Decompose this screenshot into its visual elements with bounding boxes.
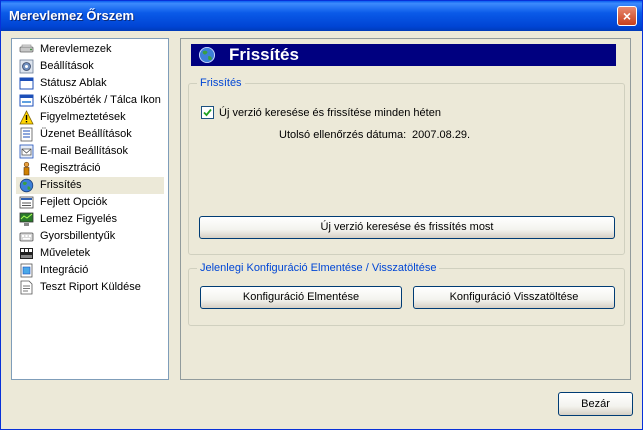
tree-item-label: Üzenet Beállítások [40, 128, 132, 140]
update-settings-panel: Frissítés Frissítés Új verzió keresése é… [180, 38, 631, 380]
tree-item-label: Fejlett Opciók [40, 196, 108, 208]
check-update-now-button[interactable]: Új verzió keresése és frissítés most [199, 216, 615, 239]
tree-item-label: Küszöbérték / Tálca Ikon [40, 94, 161, 106]
tree-item-merevlemezek[interactable]: Merevlemezek [16, 41, 164, 58]
tree-item-label: E-mail Beállítások [40, 145, 129, 157]
config-group-legend: Jelenlegi Konfiguráció Elmentése / Vissz… [197, 262, 440, 274]
tree-item-figyelmeztetesek[interactable]: Figyelmeztetések [16, 109, 164, 126]
globe-icon [19, 178, 34, 193]
tree-item-label: Frissítés [40, 179, 82, 191]
tree-item-label: Beállítások [40, 60, 94, 72]
email-icon [19, 144, 34, 159]
weekly-update-checkbox[interactable] [201, 106, 214, 119]
tree-item-beallitasok[interactable]: Beállítások [16, 58, 164, 75]
last-check-label: Utolsó ellenőrzés dátuma: [279, 129, 407, 141]
tree-item-label: Műveletek [40, 247, 91, 259]
checkmark-icon [203, 108, 212, 117]
threshold-icon [19, 94, 34, 107]
update-group-legend: Frissítés [197, 77, 245, 89]
tree-item-gyorsbillentyuk[interactable]: Gyorsbillentyűk [16, 228, 164, 245]
tree-item-label: Merevlemezek [40, 43, 112, 55]
last-check-date: 2007.08.29. [412, 129, 471, 141]
globe-icon [198, 46, 216, 64]
window-icon [19, 77, 34, 90]
warning-icon [19, 110, 34, 125]
tree-item-kuszobertek[interactable]: Küszöbérték / Tálca Ikon [16, 92, 164, 109]
integration-icon [20, 263, 33, 278]
advanced-options-icon [19, 196, 34, 209]
settings-tree: Merevlemezek Beállítások Státusz Ablak K… [11, 38, 169, 380]
config-groupbox: Jelenlegi Konfiguráció Elmentése / Vissz… [188, 262, 625, 326]
report-icon [20, 280, 33, 295]
tree-item-fejlett-opciok[interactable]: Fejlett Opciók [16, 194, 164, 211]
tree-item-label: Regisztráció [40, 162, 101, 174]
tree-item-label: Integráció [40, 264, 89, 276]
tree-item-lemez-figyeles[interactable]: Lemez Figyelés [16, 211, 164, 228]
page-title: Frissítés [229, 45, 299, 64]
tree-item-email-beallitasok[interactable]: E-mail Beállítások [16, 143, 164, 160]
close-button[interactable]: Bezár [558, 392, 633, 416]
save-config-button[interactable]: Konfiguráció Elmentése [200, 286, 402, 309]
tree-item-uzenet-beallitasok[interactable]: Üzenet Beállítások [16, 126, 164, 143]
tree-item-label: Gyorsbillentyűk [40, 230, 116, 242]
window-title: Merevlemez Őrszem [9, 8, 135, 23]
weekly-update-label[interactable]: Új verzió keresése és frissítése minden … [219, 107, 441, 119]
restore-config-button[interactable]: Konfiguráció Visszatöltése [413, 286, 615, 309]
settings-window: Merevlemez Őrszem × Merevlemezek Beállít… [0, 0, 643, 430]
update-groupbox: Frissítés Új verzió keresése és frissíté… [188, 77, 625, 255]
registration-icon [23, 161, 30, 176]
disk-monitor-icon [19, 212, 34, 226]
tree-item-integracio[interactable]: Integráció [16, 262, 164, 279]
tree-item-teszt-riport[interactable]: Teszt Riport Küldése [16, 279, 164, 296]
actions-icon [20, 248, 33, 259]
tree-item-label: Lemez Figyelés [40, 213, 118, 225]
settings-icon [19, 59, 34, 74]
tree-item-muveletek[interactable]: Műveletek [16, 245, 164, 262]
tree-item-label: Státusz Ablak [40, 77, 107, 89]
tree-item-frissites[interactable]: Frissítés [16, 177, 164, 194]
tree-item-regisztracio[interactable]: Regisztráció [16, 160, 164, 177]
panel-header: Frissítés [191, 44, 616, 66]
title-bar[interactable]: Merevlemez Őrszem × [1, 1, 642, 31]
tree-item-label: Teszt Riport Küldése [40, 281, 141, 293]
tree-item-statusz-ablak[interactable]: Státusz Ablak [16, 75, 164, 92]
hard-drive-icon [19, 44, 34, 53]
tree-item-label: Figyelmeztetések [40, 111, 126, 123]
keyboard-icon [19, 232, 34, 242]
message-icon [20, 127, 33, 142]
close-window-button[interactable]: × [617, 6, 637, 26]
